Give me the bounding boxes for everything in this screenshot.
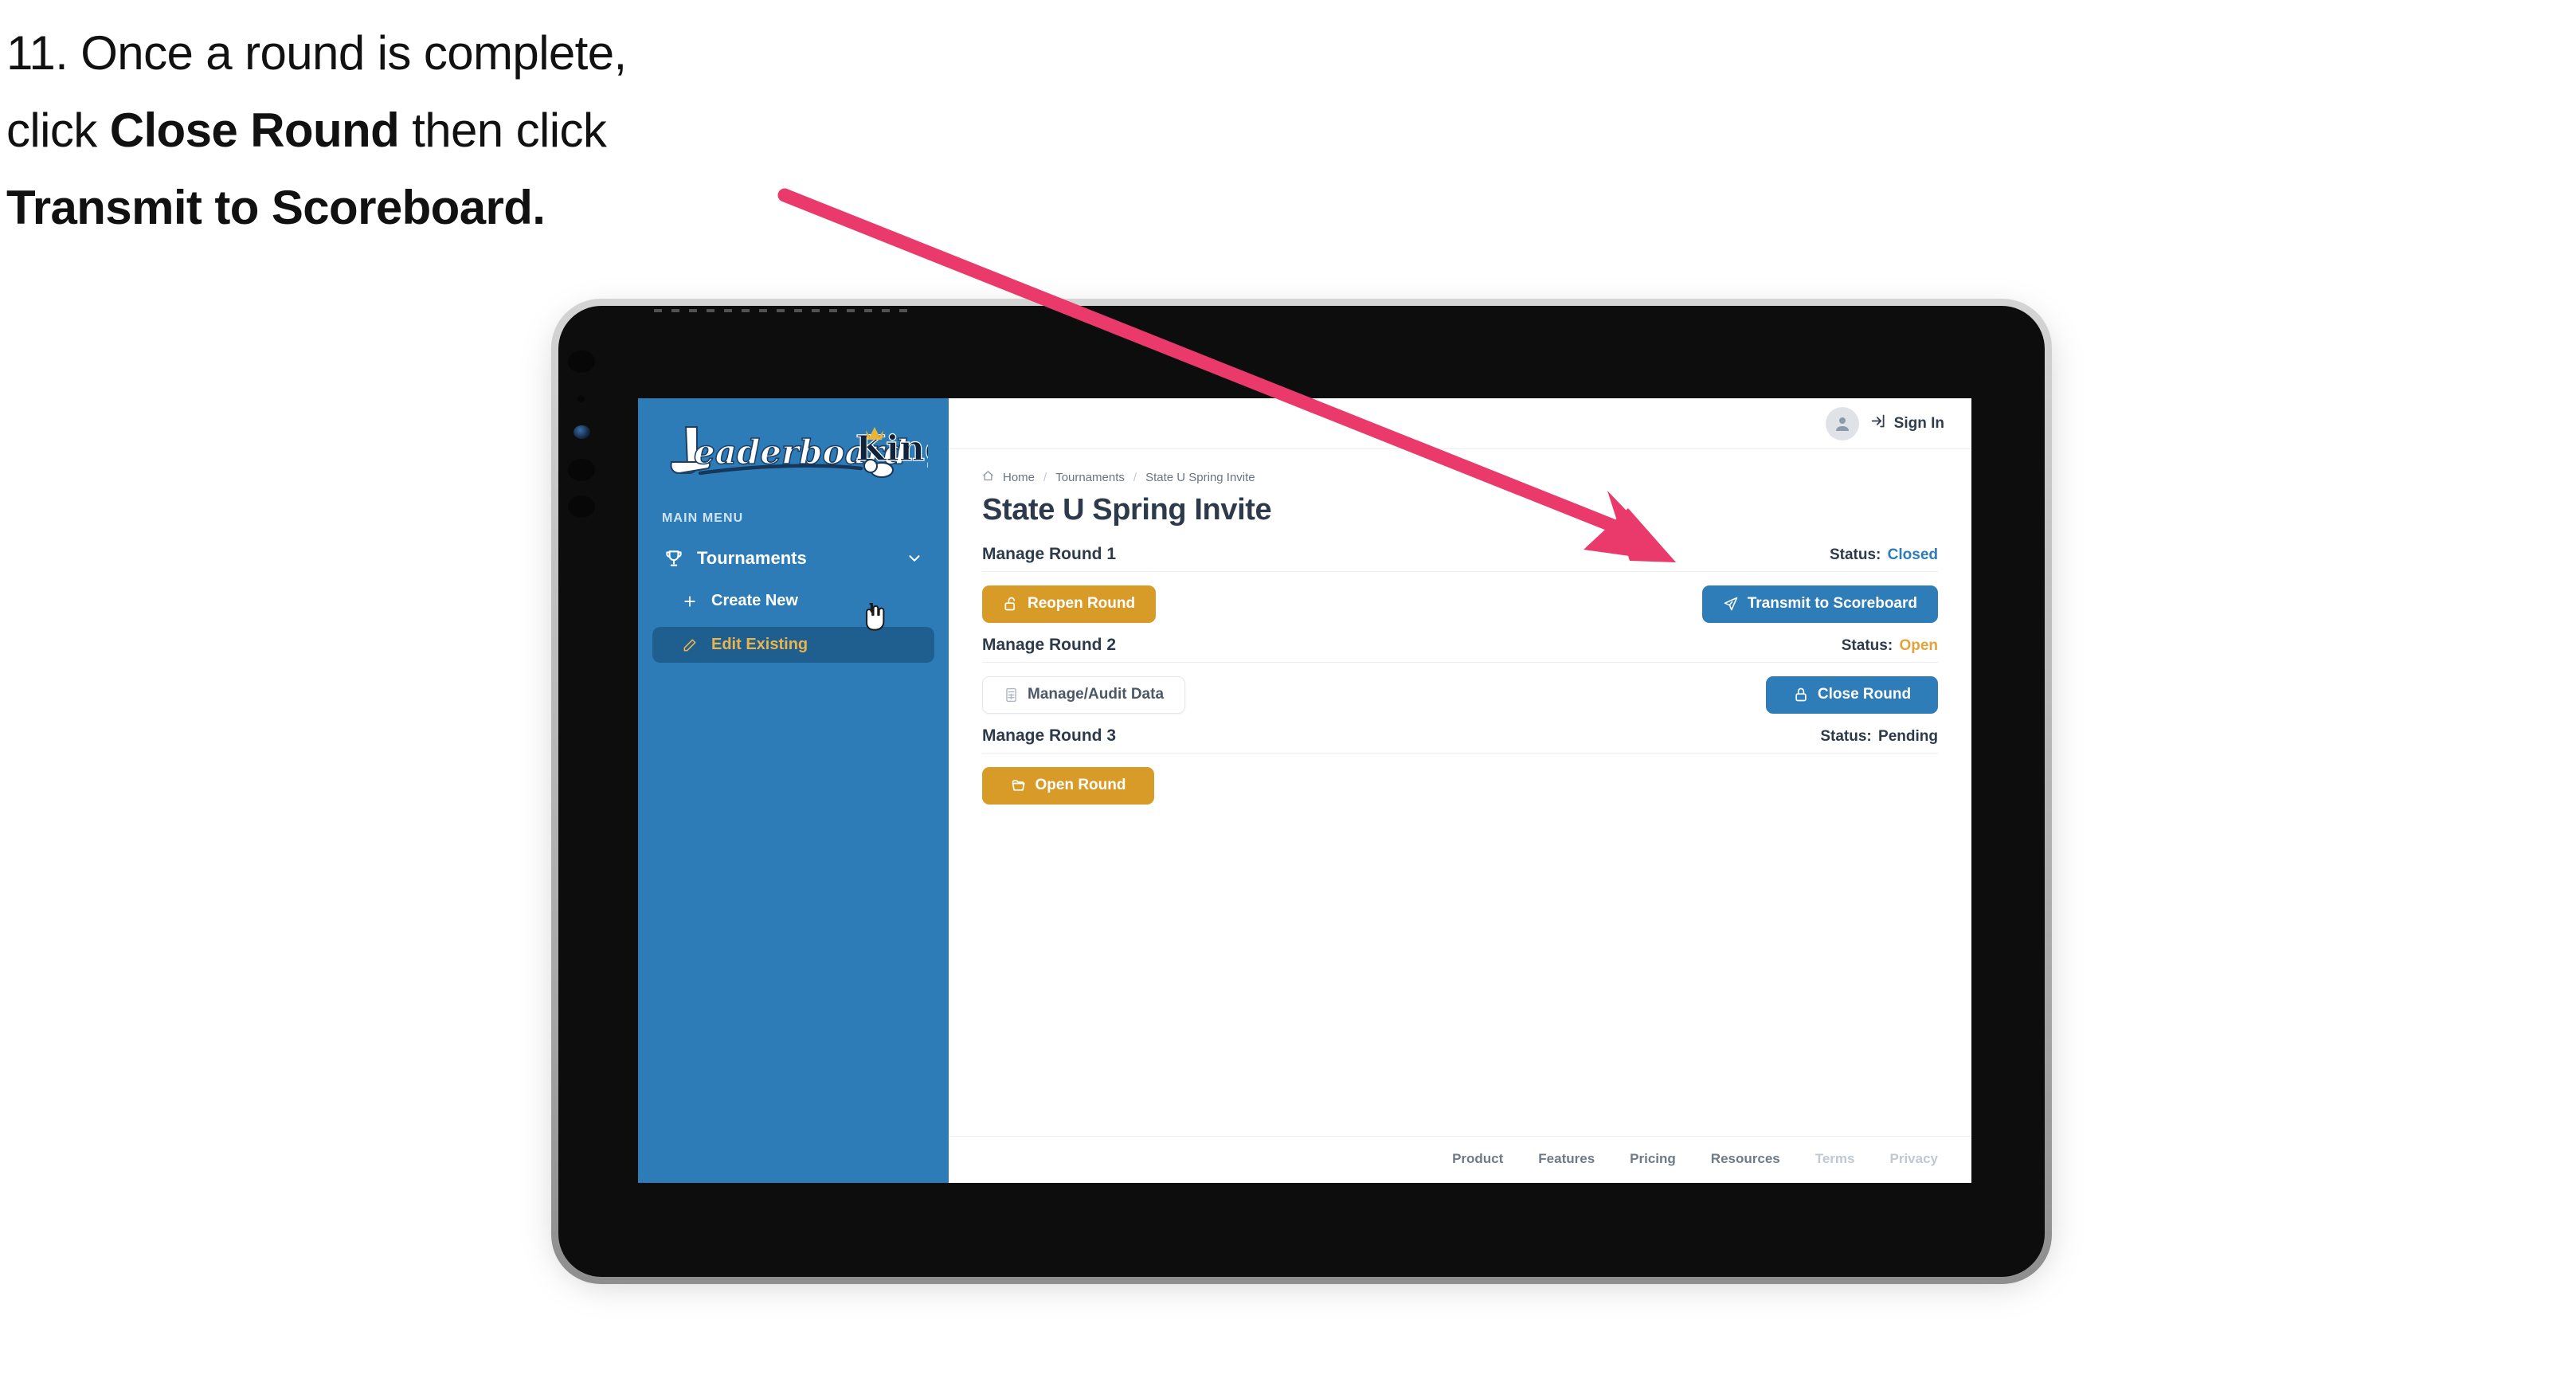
reopen-round-label: Reopen Round bbox=[1028, 595, 1136, 612]
round-2-status-label: Status: bbox=[1841, 637, 1893, 654]
round-1-status-label: Status: bbox=[1829, 546, 1881, 563]
round-1-status-value: Closed bbox=[1887, 546, 1938, 563]
transmit-to-scoreboard-label: Transmit to Scoreboard bbox=[1747, 595, 1917, 612]
calculator-icon bbox=[1004, 687, 1019, 703]
footer-link-pricing[interactable]: Pricing bbox=[1630, 1151, 1676, 1167]
page-body: Home / Tournaments / State U Spring Invi… bbox=[949, 449, 1971, 1136]
tablet-sensor-lens bbox=[574, 425, 590, 439]
page-title: State U Spring Invite bbox=[982, 493, 1272, 527]
sign-in-label: Sign In bbox=[1893, 414, 1944, 432]
round-3-status: Status: Pending bbox=[1820, 728, 1938, 746]
caption-line-2-pre: click bbox=[6, 104, 110, 158]
round-3-status-label: Status: bbox=[1820, 728, 1872, 745]
round-2-status-value: Open bbox=[1899, 637, 1938, 654]
caption-transmit-bold: Transmit to Scoreboard. bbox=[6, 181, 546, 235]
screenshot-stage: 11. Once a round is complete, click Clos… bbox=[0, 0, 2576, 1386]
user-avatar-icon[interactable] bbox=[1825, 406, 1859, 440]
main-content: Sign In Home / Tournaments / State U Spr… bbox=[949, 398, 1971, 1183]
breadcrumb-separator-1: / bbox=[1043, 471, 1047, 484]
footer-link-product[interactable]: Product bbox=[1452, 1151, 1503, 1167]
plus-icon bbox=[679, 593, 700, 610]
sidebar-item-tournaments[interactable]: Tournaments bbox=[656, 542, 931, 575]
app-logo[interactable]: eaderboard King bbox=[638, 416, 949, 492]
transmit-to-scoreboard-button[interactable]: Transmit to Scoreboard bbox=[1701, 585, 1938, 623]
sidebar-item-tournaments-label: Tournaments bbox=[697, 548, 807, 568]
round-1-header: Manage Round 1 Status: Closed bbox=[982, 545, 1938, 572]
caption-close-round-bold: Close Round bbox=[109, 104, 400, 158]
round-3-status-value: Pending bbox=[1878, 728, 1938, 745]
footer-link-privacy[interactable]: Privacy bbox=[1890, 1151, 1939, 1167]
breadcrumb-item-current: State U Spring Invite bbox=[1145, 471, 1255, 484]
round-block-1: Manage Round 1 Status: Closed Reopen Rou… bbox=[982, 545, 1938, 623]
home-icon[interactable] bbox=[982, 470, 994, 485]
chevron-down-icon[interactable] bbox=[906, 550, 923, 567]
round-block-2: Manage Round 2 Status: Open Manage/Audit… bbox=[982, 636, 1938, 714]
tablet-speaker-hole-2 bbox=[568, 495, 595, 518]
tablet-camera-lens bbox=[568, 350, 595, 373]
tablet-screen: eaderboard King MAIN MENU bbox=[638, 398, 1971, 1183]
footer-nav: Product Features Pricing Resources Terms… bbox=[949, 1136, 1971, 1183]
tablet-speaker-grill bbox=[654, 309, 909, 312]
close-round-label: Close Round bbox=[1817, 686, 1912, 703]
trophy-icon bbox=[664, 548, 687, 569]
sidebar-item-edit-existing[interactable]: Edit Existing bbox=[652, 627, 934, 663]
sidebar-item-create-new[interactable]: Create New bbox=[652, 583, 934, 619]
round-2-status: Status: Open bbox=[1842, 637, 1938, 655]
open-round-button[interactable]: Open Round bbox=[982, 766, 1154, 805]
breadcrumb-item-tournaments[interactable]: Tournaments bbox=[1055, 471, 1125, 484]
round-3-actions: Open Round bbox=[982, 766, 1938, 805]
breadcrumb-item-home[interactable]: Home bbox=[1003, 471, 1035, 484]
pointing-hand-cursor bbox=[861, 601, 888, 633]
sidebar-section-label: MAIN MENU bbox=[662, 511, 744, 525]
open-round-label: Open Round bbox=[1035, 777, 1126, 793]
edit-pencil-icon bbox=[679, 636, 700, 654]
tablet-mic-hole bbox=[577, 395, 585, 402]
caption-line-1: 11. Once a round is complete, bbox=[6, 26, 627, 80]
login-arrow-icon bbox=[1870, 413, 1887, 434]
instruction-caption: 11. Once a round is complete, click Clos… bbox=[6, 14, 883, 247]
lock-icon bbox=[1793, 687, 1809, 703]
round-1-name: Manage Round 1 bbox=[982, 545, 1117, 563]
caption-line-3: Transmit to Scoreboard. bbox=[6, 169, 883, 246]
manage-audit-data-label: Manage/Audit Data bbox=[1028, 686, 1165, 703]
round-2-header: Manage Round 2 Status: Open bbox=[982, 636, 1938, 663]
sign-in-button[interactable]: Sign In bbox=[1870, 413, 1944, 434]
sidebar: eaderboard King MAIN MENU bbox=[638, 398, 949, 1183]
footer-link-resources[interactable]: Resources bbox=[1711, 1151, 1780, 1167]
tablet-speaker-hole-1 bbox=[568, 459, 595, 481]
round-2-name: Manage Round 2 bbox=[982, 636, 1117, 654]
unlock-icon bbox=[1003, 596, 1019, 612]
folder-open-icon bbox=[1011, 777, 1027, 793]
footer-link-terms[interactable]: Terms bbox=[1815, 1151, 1855, 1167]
close-round-button[interactable]: Close Round bbox=[1766, 675, 1938, 714]
breadcrumb: Home / Tournaments / State U Spring Invi… bbox=[982, 470, 1938, 485]
round-3-name: Manage Round 3 bbox=[982, 726, 1117, 745]
manage-audit-data-button[interactable]: Manage/Audit Data bbox=[982, 675, 1186, 714]
breadcrumb-separator-2: / bbox=[1133, 471, 1137, 484]
round-1-status: Status: Closed bbox=[1830, 546, 1938, 564]
caption-line-2-post: then click bbox=[399, 104, 607, 158]
paper-plane-icon bbox=[1723, 596, 1739, 612]
reopen-round-button[interactable]: Reopen Round bbox=[982, 585, 1157, 623]
round-3-header: Manage Round 3 Status: Pending bbox=[982, 726, 1938, 754]
caption-line-2: click Close Round then click bbox=[6, 92, 883, 169]
leaderboard-king-logo-icon: eaderboard King bbox=[670, 426, 928, 478]
sidebar-item-create-new-label: Create New bbox=[711, 592, 798, 609]
topbar: Sign In bbox=[949, 398, 1971, 449]
round-1-actions: Reopen Round Transmit to Scoreboard bbox=[982, 585, 1938, 623]
sidebar-item-edit-existing-label: Edit Existing bbox=[711, 636, 808, 653]
round-2-actions: Manage/Audit Data Close Round bbox=[982, 675, 1938, 714]
footer-link-features[interactable]: Features bbox=[1538, 1151, 1595, 1167]
round-block-3: Manage Round 3 Status: Pending Open Roun… bbox=[982, 726, 1938, 805]
